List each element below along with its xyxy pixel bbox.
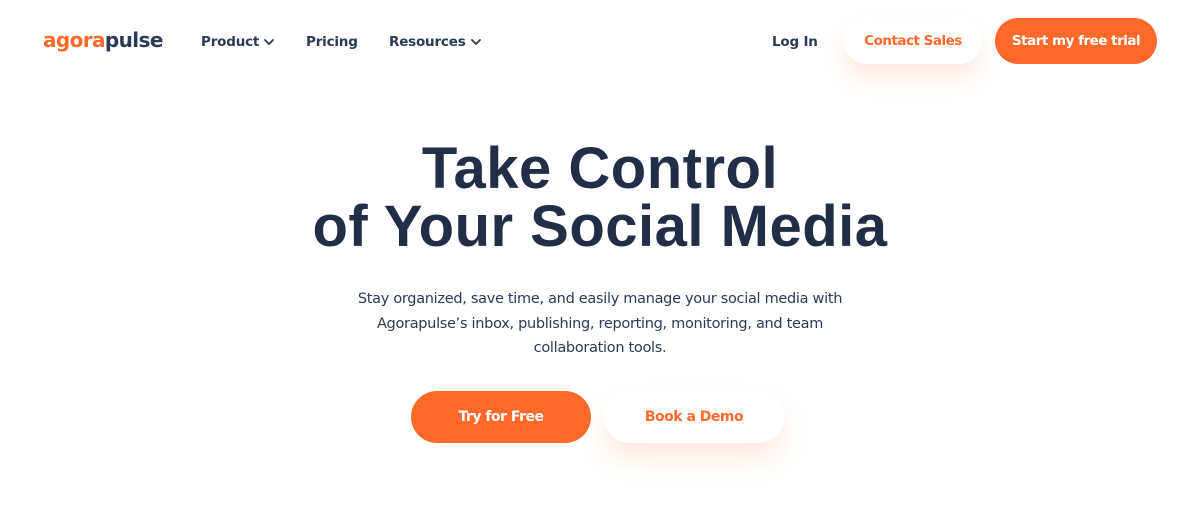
nav-item-product[interactable]: Product [201,32,275,52]
nav-item-pricing[interactable]: Pricing [306,32,358,52]
nav-item-label: Pricing [306,34,358,50]
nav-item-resources[interactable]: Resources [389,32,482,52]
book-a-demo-button[interactable]: Book a Demo [604,391,784,443]
logo-text-pulse: pulse [104,28,163,52]
hero-subtitle: Stay organized, save time, and easily ma… [357,291,843,356]
hero-title-line-2: of Your Social Media [312,194,888,259]
nav-item-label: Resources [389,34,466,50]
chevron-down-icon [263,36,275,48]
hero-title: Take Control of Your Social Media [0,140,1200,256]
logo-text-agora: agora [43,28,106,52]
start-free-trial-button[interactable]: Start my free trial [995,18,1157,64]
nav-item-label: Product [201,34,260,50]
agorapulse-logo[interactable]: agorapulse [43,27,163,53]
hero-title-line-1: Take Control [421,136,779,201]
try-for-free-button[interactable]: Try for Free [411,391,591,443]
contact-sales-button[interactable]: Contact Sales [844,18,982,64]
chevron-down-icon [470,36,482,48]
top-navbar: agorapulse Product Pricing Resources Log… [0,0,1200,84]
login-link[interactable]: Log In [772,32,818,52]
